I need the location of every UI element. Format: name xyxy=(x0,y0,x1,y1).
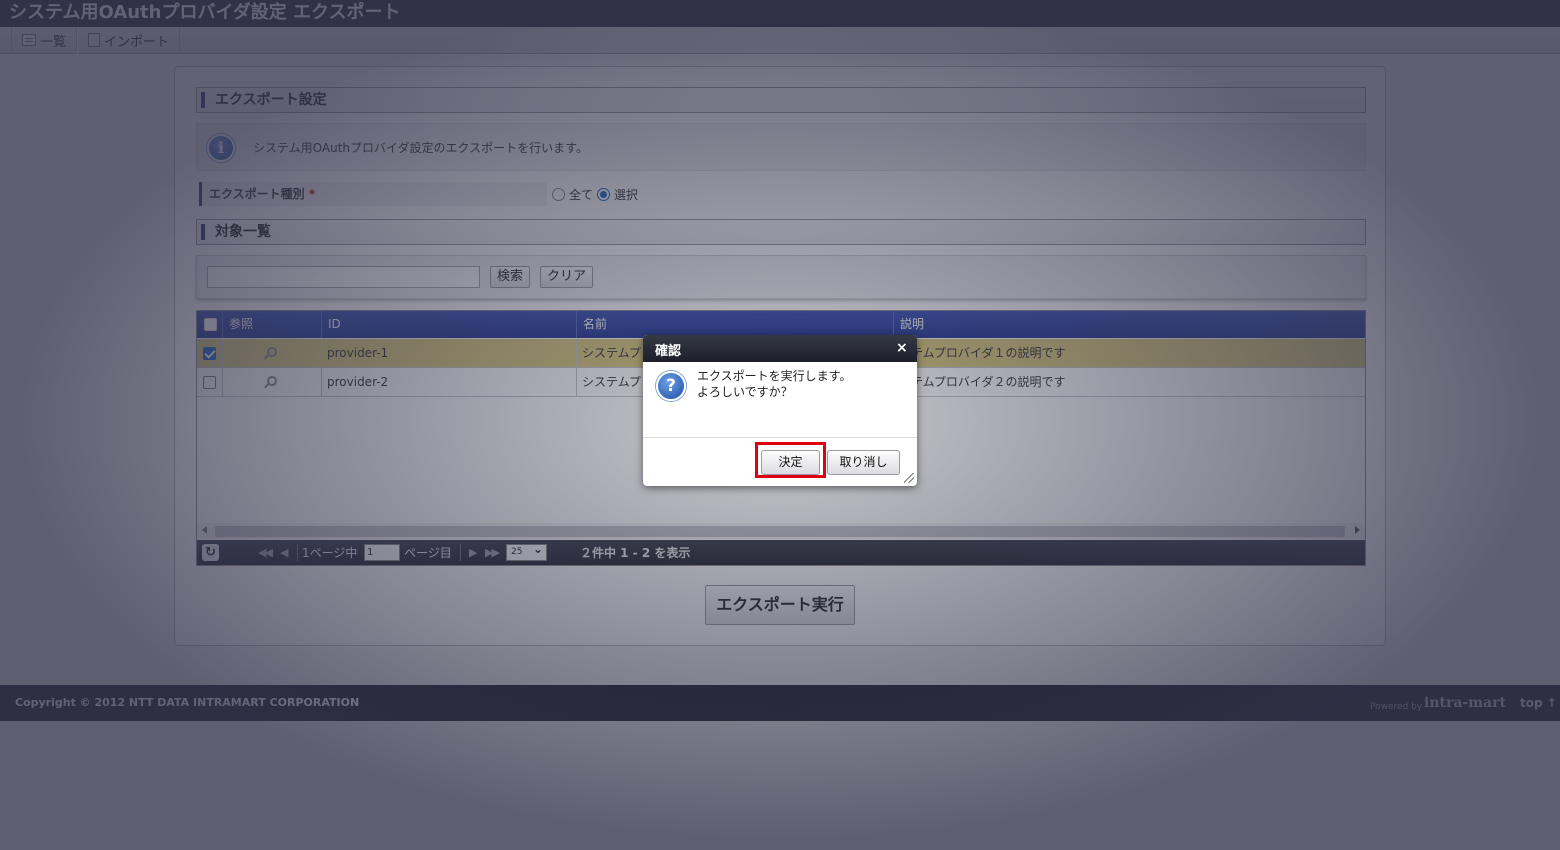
top-link[interactable]: top ↑ xyxy=(1520,696,1557,710)
scroll-right-icon[interactable] xyxy=(1355,526,1360,534)
radio-all[interactable] xyxy=(552,187,565,201)
search-input[interactable] xyxy=(207,266,480,288)
ref-cell xyxy=(223,339,322,367)
description-cell: ステムプロバイダ２の説明です xyxy=(899,375,1066,389)
description-cell: ステムプロバイダ１の説明です xyxy=(899,346,1066,360)
prev-page-icon[interactable]: ◀ xyxy=(280,546,289,559)
confirm-dialog: 確認 × ? エクスポートを実行します。 よろしいですか？ 決定 取り消し xyxy=(643,335,917,486)
import-icon xyxy=(88,33,101,47)
col-header-id[interactable]: ID xyxy=(322,311,577,338)
required-mark: * xyxy=(308,187,316,201)
powered-by-text: Powered by xyxy=(1370,702,1423,712)
scroll-thumb[interactable] xyxy=(215,526,1345,537)
export-run-button[interactable]: エクスポート実行 xyxy=(705,585,855,625)
info-box: i システム用OAuthプロバイダ設定のエクスポートを行います。 xyxy=(196,123,1366,171)
resize-handle-icon[interactable] xyxy=(904,473,914,483)
first-page-icon[interactable]: ◀◀ xyxy=(258,546,273,559)
id-cell: provider-2 xyxy=(322,368,577,396)
dialog-footer: 決定 取り消し xyxy=(643,437,917,486)
pager-separator xyxy=(460,544,461,561)
refresh-icon[interactable]: ↻ xyxy=(202,544,219,561)
confirm-cancel-button[interactable]: 取り消し xyxy=(827,450,900,475)
dialog-message-line2: よろしいですか？ xyxy=(697,385,793,399)
grid-header: 参照 ID 名前 説明 xyxy=(197,311,1365,338)
list-icon xyxy=(22,34,36,46)
copyright-text: Copyright © 2012 NTT DATA INTRAMART CORP… xyxy=(15,696,360,709)
intra-mart-logo: intra-mart xyxy=(1424,695,1506,711)
page-prefix: 1ページ中 xyxy=(302,546,358,560)
search-box: 検索 クリア xyxy=(196,255,1366,299)
list-button[interactable]: 一覧 xyxy=(11,26,78,54)
ref-cell xyxy=(223,368,322,396)
info-text: システム用OAuthプロバイダ設定のエクスポートを行います。 xyxy=(253,141,588,155)
dialog-message-line1: エクスポートを実行します。 xyxy=(697,369,852,383)
horizontal-scrollbar[interactable] xyxy=(197,523,1365,539)
next-page-icon[interactable]: ▶ xyxy=(469,546,478,559)
export-type-options: 全て 選択 xyxy=(552,182,638,206)
page-input[interactable]: 1 xyxy=(364,544,400,561)
page-size-select[interactable]: 25 xyxy=(506,542,547,561)
list-label: 一覧 xyxy=(40,34,67,50)
col-header-description[interactable]: 説明 xyxy=(894,311,1365,338)
import-label: インポート xyxy=(104,34,170,50)
row-checkbox[interactable] xyxy=(203,376,216,389)
export-type-label: エクスポート種別 * xyxy=(199,182,547,206)
dialog-message: エクスポートを実行します。 よろしいですか？ xyxy=(697,368,851,400)
pager-separator xyxy=(297,544,298,561)
magnifier-icon[interactable] xyxy=(267,376,277,386)
page-suffix: ページ目 xyxy=(404,546,452,560)
magnifier-icon[interactable] xyxy=(267,347,277,357)
row-checkbox[interactable] xyxy=(203,347,216,360)
target-list-heading: 対象一覧 xyxy=(196,219,1366,245)
row-check-cell xyxy=(197,339,223,367)
toolbar: 一覧 インポート xyxy=(0,26,1560,54)
clear-button[interactable]: クリア xyxy=(540,266,594,288)
search-button[interactable]: 検索 xyxy=(490,266,531,288)
scroll-left-icon[interactable] xyxy=(202,526,207,534)
radio-all-label[interactable]: 全て xyxy=(569,186,593,203)
import-button[interactable]: インポート xyxy=(77,26,181,54)
dialog-title-bar[interactable]: 確認 xyxy=(643,335,917,362)
confirm-ok-button[interactable]: 決定 xyxy=(761,450,820,475)
id-cell: provider-1 xyxy=(322,339,577,367)
page-title: システム用OAuthプロバイダ設定 エクスポート xyxy=(0,0,1560,27)
radio-select-label[interactable]: 選択 xyxy=(614,186,638,203)
info-icon: i xyxy=(207,134,235,162)
footer: Copyright © 2012 NTT DATA INTRAMART CORP… xyxy=(0,685,1560,721)
row-check-cell xyxy=(197,368,223,396)
select-all-cell xyxy=(197,311,223,338)
col-header-ref[interactable]: 参照 xyxy=(223,311,322,338)
col-header-name[interactable]: 名前 xyxy=(577,311,894,338)
export-settings-heading: エクスポート設定 xyxy=(196,87,1366,113)
dialog-title: 確認 xyxy=(655,344,682,359)
select-all-checkbox[interactable] xyxy=(204,318,217,331)
pager: ↻ ◀◀ ◀ 1ページ中 1 ページ目 ▶ ▶▶ 25 ２件中 1 - 2 を表… xyxy=(197,540,1365,565)
question-icon: ? xyxy=(656,371,686,401)
pager-summary: ２件中 1 - 2 を表示 xyxy=(580,546,691,560)
radio-select[interactable] xyxy=(597,187,611,201)
last-page-icon[interactable]: ▶▶ xyxy=(485,546,500,559)
close-icon[interactable]: × xyxy=(896,340,908,356)
export-type-row: エクスポート種別 * 全て 選択 xyxy=(196,182,1366,206)
